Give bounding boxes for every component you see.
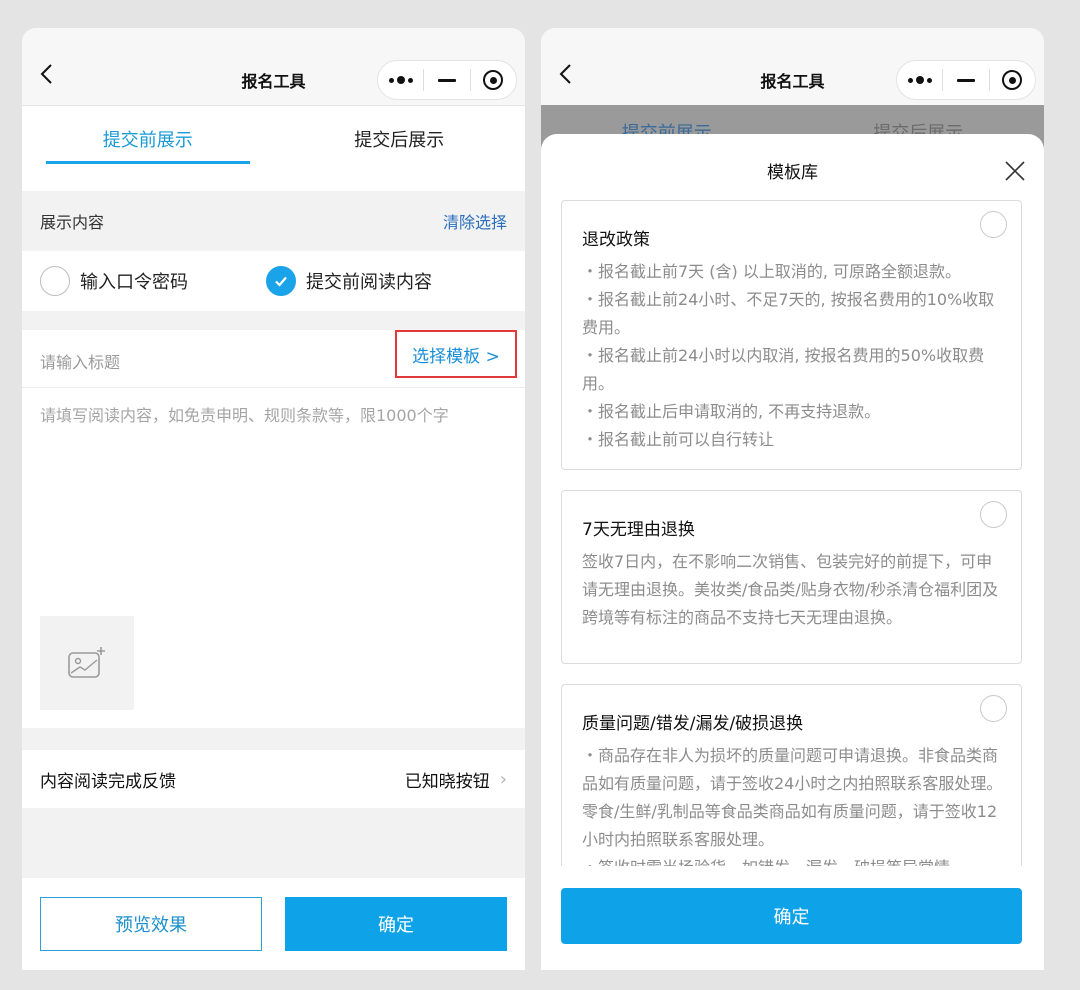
option-read-content-label: 提交前阅读内容 <box>306 272 432 293</box>
display-tabs: 提交前展示 提交后展示 <box>22 105 525 191</box>
mini-program-capsule <box>896 60 1036 100</box>
radio-unchecked-icon[interactable] <box>980 211 1007 238</box>
tab-before-submit[interactable]: 提交前展示 <box>22 106 274 191</box>
more-dots-icon <box>388 76 413 84</box>
phone-right-screen: 报名工具 提交前展示 提交后展示 模板库 <box>541 28 1044 970</box>
feedback-row[interactable]: 内容阅读完成反馈 已知晓按钮 › <box>22 750 525 808</box>
section-header: 展示内容 清除选择 <box>22 191 525 251</box>
card-title: 7天无理由退换 <box>582 520 695 540</box>
mini-program-capsule <box>377 60 517 100</box>
option-read-content[interactable]: 提交前阅读内容 <box>266 266 432 296</box>
tab-after-submit[interactable]: 提交后展示 <box>274 106 526 191</box>
confirm-button[interactable]: 确定 <box>285 897 507 951</box>
radio-unchecked-icon[interactable] <box>980 695 1007 722</box>
target-circle-icon <box>483 70 504 90</box>
feedback-value: 已知晓按钮 › <box>405 767 507 792</box>
select-template-link[interactable]: 选择模板 > <box>395 330 517 378</box>
footer-bar: 预览效果 确定 <box>22 878 525 970</box>
radio-unchecked-icon[interactable] <box>40 266 70 296</box>
add-image-button[interactable] <box>40 616 134 710</box>
template-list[interactable]: 退改政策 ・报名截止前7天 (含) 以上取消的, 可原路全额退款。 ・报名截止前… <box>541 200 1044 866</box>
clear-selection-link[interactable]: 清除选择 <box>443 209 507 233</box>
template-card-quality-issue[interactable]: 质量问题/错发/漏发/破损退换 ・商品存在非人为损坏的质量问题可申请退换。非食品… <box>561 684 1022 866</box>
preview-button[interactable]: 预览效果 <box>40 897 262 951</box>
option-password-label: 输入口令密码 <box>80 272 188 293</box>
phone-left-screen: 报名工具 提交前展示 提交后展示 展示内容 清除选择 输入口令密码 提交前阅读内… <box>22 28 525 970</box>
card-title: 退改政策 <box>582 230 650 250</box>
nav-bar: 报名工具 <box>22 28 525 105</box>
minimize-icon <box>437 78 456 82</box>
card-line: ・报名截止前可以自行转让 <box>582 430 775 449</box>
card-line: 签收7日内，在不影响二次销售、包装完好的前提下，可申请无理由退换。美妆类/食品类… <box>582 552 999 627</box>
more-menu-button[interactable] <box>378 61 423 99</box>
feedback-label: 内容阅读完成反馈 <box>40 771 176 792</box>
card-line: ・报名截止前24小时以内取消, 按报名费用的50%收取费用。 <box>582 346 985 393</box>
target-circle-icon <box>1002 70 1023 90</box>
nav-bar: 报名工具 <box>541 28 1044 105</box>
add-image-icon <box>68 647 105 678</box>
minimize-icon <box>956 78 975 82</box>
sheet-confirm-button[interactable]: 确定 <box>561 888 1022 944</box>
close-icon[interactable] <box>1004 160 1026 182</box>
display-options: 输入口令密码 提交前阅读内容 <box>22 251 525 311</box>
section-label: 展示内容 <box>40 213 105 232</box>
chevron-right-icon: › <box>499 768 507 790</box>
title-input[interactable]: 请输入标题 选择模板 > <box>22 330 525 388</box>
minimize-button[interactable] <box>943 61 988 99</box>
content-textarea[interactable]: 请填写阅读内容，如免责申明、规则条款等，限1000个字 <box>22 388 525 728</box>
option-password[interactable]: 输入口令密码 <box>40 266 188 296</box>
card-line: ・报名截止前24小时、不足7天的, 按报名费用的10%收取费用。 <box>582 290 995 337</box>
more-dots-icon <box>907 76 932 84</box>
card-line: ・报名截止后申请取消的, 不再支持退款。 <box>582 402 881 421</box>
card-line: ・签收时需当场验货，如错发、漏发、破损等异常情 <box>582 854 1003 866</box>
content-placeholder: 请填写阅读内容，如免责申明、规则条款等，限1000个字 <box>40 406 449 425</box>
sheet-title: 模板库 <box>767 163 818 183</box>
close-program-button[interactable] <box>990 61 1035 99</box>
feedback-value-text: 已知晓按钮 <box>404 771 490 792</box>
close-program-button[interactable] <box>471 61 516 99</box>
template-card-7day-return[interactable]: 7天无理由退换 签收7日内，在不影响二次销售、包装完好的前提下，可申请无理由退换… <box>561 490 1022 664</box>
checkmark-icon <box>275 276 287 287</box>
title-placeholder: 请输入标题 <box>40 353 121 372</box>
radio-checked-icon[interactable] <box>266 266 296 296</box>
card-line: ・报名截止前7天 (含) 以上取消的, 可原路全额退款。 <box>582 262 962 281</box>
template-library-sheet: 模板库 退改政策 ・报名截止前7天 (含) 以上取消的, 可原路全额退款。 ・报… <box>541 134 1044 970</box>
template-card-refund-policy[interactable]: 退改政策 ・报名截止前7天 (含) 以上取消的, 可原路全额退款。 ・报名截止前… <box>561 200 1022 470</box>
more-menu-button[interactable] <box>897 61 942 99</box>
card-title: 质量问题/错发/漏发/破损退换 <box>582 714 804 734</box>
radio-unchecked-icon[interactable] <box>980 501 1007 528</box>
minimize-button[interactable] <box>424 61 469 99</box>
card-line: ・商品存在非人为损坏的质量问题可申请退换。非食品类商品如有质量问题，请于签收24… <box>582 746 1003 849</box>
